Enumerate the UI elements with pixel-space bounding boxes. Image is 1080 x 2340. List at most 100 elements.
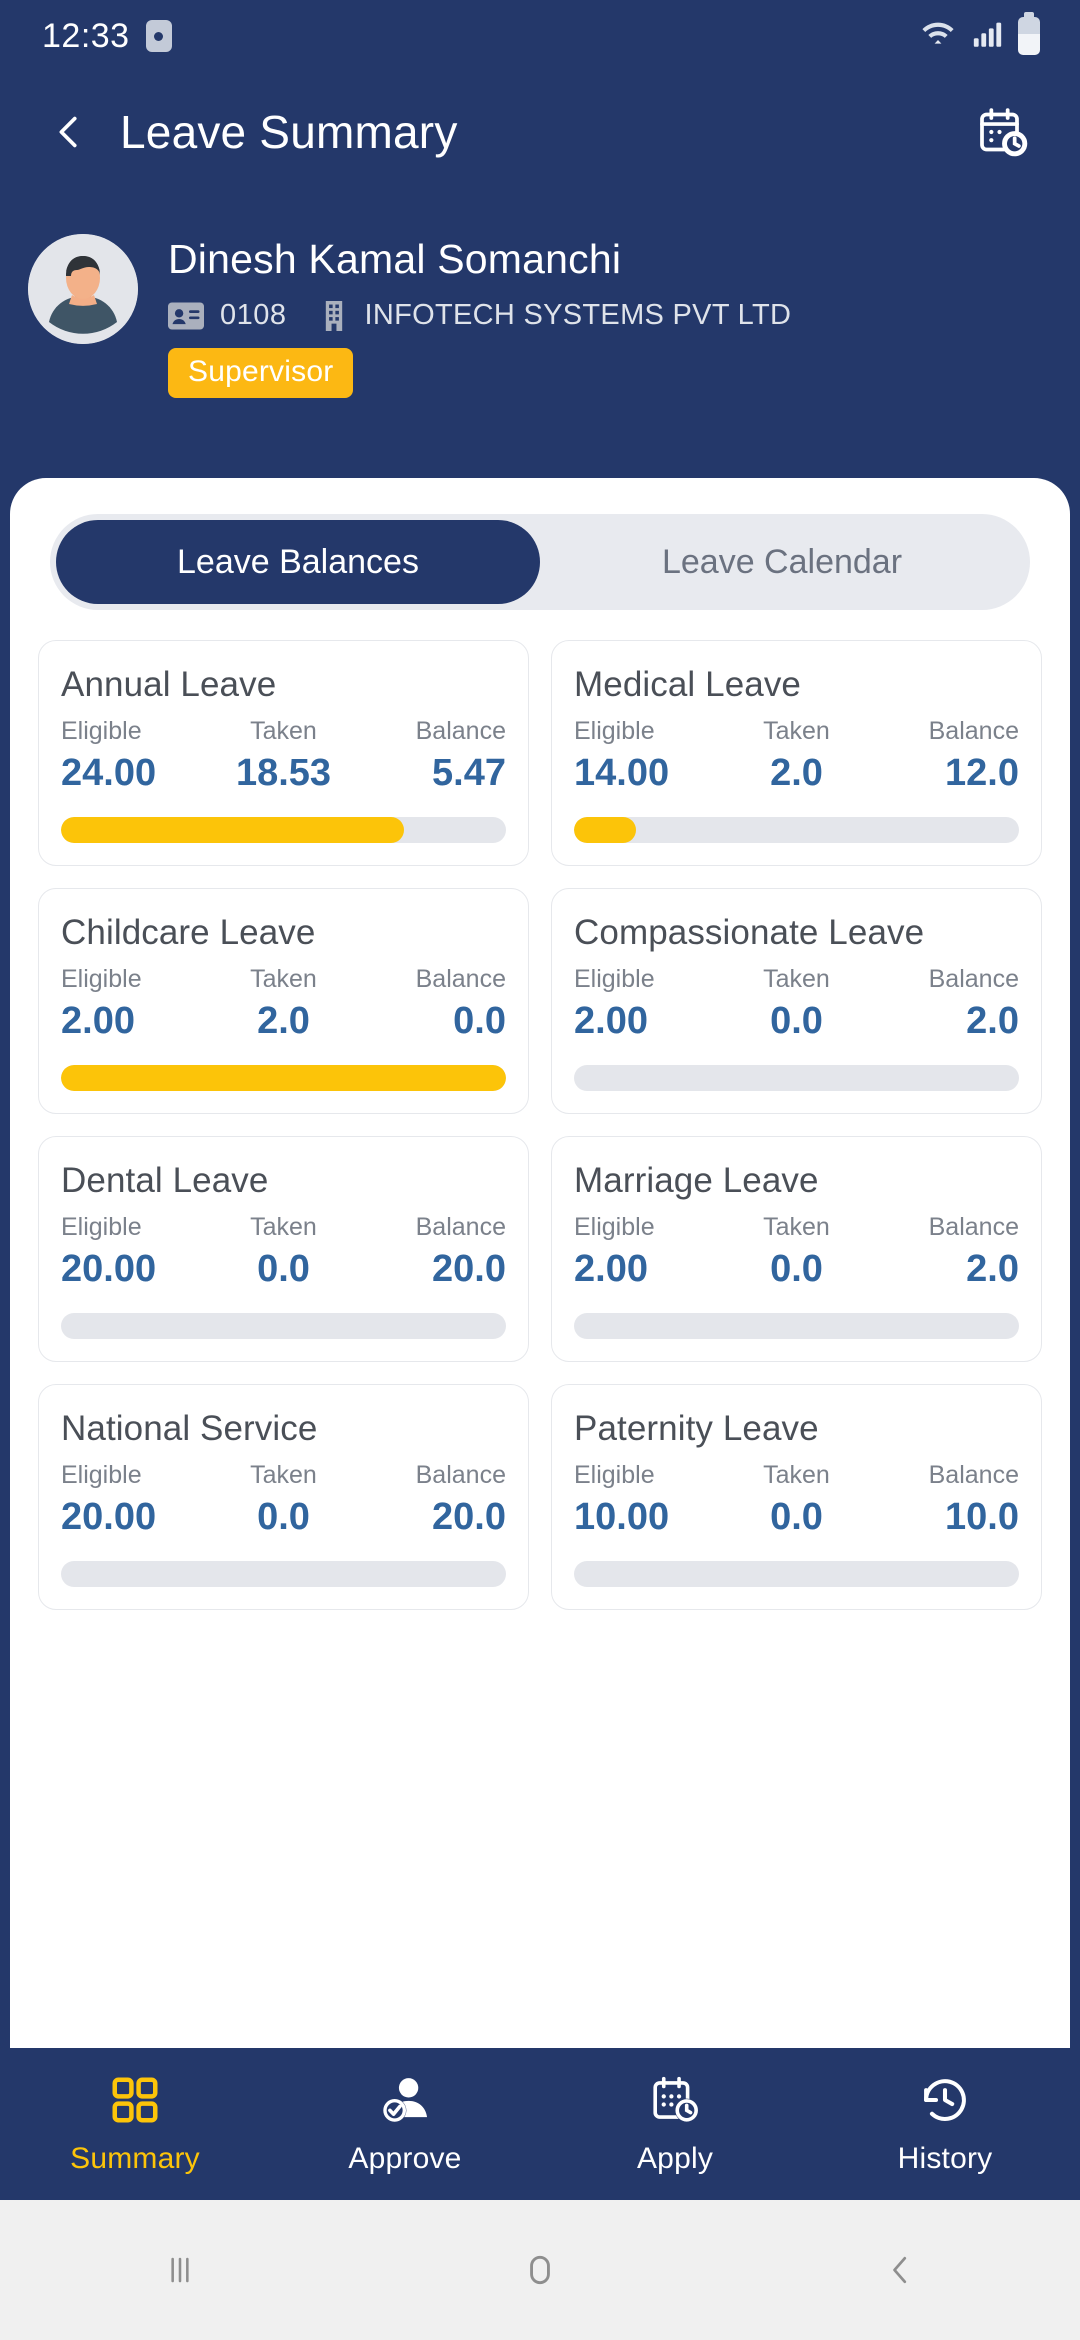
value-taken: 2.0 (257, 1000, 310, 1042)
value-eligible: 14.00 (574, 752, 670, 794)
usage-progress-fill (574, 817, 637, 843)
profile-header: Dinesh Kamal Somanchi 0108 INFOTECH SYST… (0, 192, 1080, 399)
header-balance: Balance (928, 717, 1019, 745)
header-balance: Balance (928, 1461, 1019, 1489)
profile-info: Dinesh Kamal Somanchi 0108 INFOTECH SYST… (168, 234, 1040, 399)
leave-card[interactable]: National Service Eligible Taken Balance 20.0… (38, 1384, 529, 1610)
home-icon[interactable] (360, 2247, 720, 2293)
header-balance: Balance (415, 965, 506, 993)
header-taken: Taken (763, 717, 830, 745)
header-eligible: Eligible (574, 717, 655, 745)
nav-label-approve: Approve (348, 2141, 462, 2175)
avatar (28, 234, 138, 344)
page-title: Leave Summary (120, 106, 458, 158)
value-balance: 10.0 (945, 1496, 1019, 1538)
leave-card-values: 20.00 0.0 20.0 (61, 1248, 506, 1291)
leave-card-headers: Eligible Taken Balance (61, 965, 506, 994)
company-name: INFOTECH SYSTEMS PVT LTD (364, 299, 792, 332)
nav-item-history[interactable]: History (810, 2073, 1080, 2176)
value-balance: 0.0 (453, 1000, 506, 1042)
usage-progress-fill (61, 817, 404, 843)
leave-cards-grid: Annual Leave Eligible Taken Balance 24.00 18.… (10, 610, 1070, 1610)
header-balance: Balance (415, 1213, 506, 1241)
leave-card-headers: Eligible Taken Balance (61, 1461, 506, 1490)
header-taken: Taken (250, 717, 317, 745)
value-eligible: 10.00 (574, 1496, 670, 1538)
leave-card[interactable]: Compassionate Leave Eligible Taken Balance 2… (551, 888, 1042, 1114)
back-icon[interactable] (720, 2248, 1080, 2292)
header-taken: Taken (250, 965, 317, 993)
value-taken: 0.0 (770, 1496, 823, 1538)
nav-item-summary[interactable]: Summary (0, 2073, 270, 2176)
tab-leave-balances[interactable]: Leave Balances (56, 520, 540, 604)
back-chevron-icon[interactable] (38, 101, 100, 163)
value-eligible: 2.00 (61, 1000, 135, 1042)
leave-card-values: 2.00 2.0 0.0 (61, 1000, 506, 1043)
leave-card-title: Marriage Leave (574, 1161, 819, 1200)
bottom-navigation: Summary Approve Apply History (0, 2048, 1080, 2200)
leave-card[interactable]: Childcare Leave Eligible Taken Balance 2.00 2… (38, 888, 529, 1114)
calendar-clock-icon (648, 2073, 702, 2132)
leave-card[interactable]: Paternity Leave Eligible Taken Balance 10.00… (551, 1384, 1042, 1610)
header-taken: Taken (250, 1213, 317, 1241)
leave-card-title: Compassionate Leave (574, 913, 925, 952)
profile-meta: 0108 INFOTECH SYSTEMS PVT LTD (168, 299, 1040, 332)
tab-leave-calendar[interactable]: Leave Calendar (540, 520, 1024, 604)
value-taken: 0.0 (257, 1248, 310, 1290)
tab-switcher: Leave Balances Leave Calendar (50, 514, 1030, 610)
leave-card[interactable]: Medical Leave Eligible Taken Balance 14.00 2.… (551, 640, 1042, 866)
value-eligible: 20.00 (61, 1496, 157, 1538)
nav-item-apply[interactable]: Apply (540, 2073, 810, 2176)
usage-progress-bar (61, 1065, 506, 1091)
leave-card-title: Dental Leave (61, 1161, 269, 1200)
nav-label-apply: Apply (636, 2141, 714, 2175)
nav-label-history: History (897, 2141, 993, 2175)
leave-card-values: 2.00 0.0 2.0 (574, 1000, 1019, 1043)
header-balance: Balance (928, 965, 1019, 993)
status-badge: Supervisor (168, 348, 354, 399)
wifi-icon (918, 17, 958, 56)
leave-card-values: 14.00 2.0 12.0 (574, 752, 1019, 795)
app-bar: Leave Summary (0, 72, 1080, 192)
value-balance: 2.0 (966, 1000, 1019, 1042)
battery-icon (1018, 12, 1040, 55)
content-sheet: Leave Balances Leave Calendar Annual Lea… (10, 478, 1070, 2082)
alarm-icon (145, 20, 172, 52)
leave-card-values: 20.00 0.0 20.0 (61, 1496, 506, 1539)
header-eligible: Eligible (61, 1213, 142, 1241)
leave-card-title: National Service (61, 1409, 318, 1448)
value-balance: 20.0 (432, 1496, 506, 1538)
header-eligible: Eligible (574, 965, 655, 993)
cellular-signal-icon (970, 17, 1006, 56)
leave-card[interactable]: Dental Leave Eligible Taken Balance 20.00 0.0… (38, 1136, 529, 1362)
leave-card-headers: Eligible Taken Balance (61, 717, 506, 746)
status-bar-left: 12:33 (42, 17, 172, 56)
leave-card-title: Paternity Leave (574, 1409, 819, 1448)
leave-card-headers: Eligible Taken Balance (574, 1213, 1019, 1242)
value-taken: 18.53 (235, 752, 332, 794)
employee-id: 0108 (220, 299, 287, 332)
value-balance: 12.0 (945, 752, 1019, 794)
value-balance: 5.47 (432, 752, 506, 794)
status-bar-right (918, 12, 1040, 56)
header-taken: Taken (763, 1213, 830, 1241)
value-taken: 0.0 (257, 1496, 310, 1538)
usage-progress-fill (61, 1065, 506, 1091)
building-icon (321, 300, 347, 331)
header-balance: Balance (928, 1213, 1019, 1241)
phone-screen: 12:33 Leave Summary Dinesh Kamal Somanch… (0, 0, 1080, 2340)
recent-apps-icon[interactable] (0, 2248, 360, 2292)
nav-label-summary: Summary (70, 2141, 200, 2175)
header-taken: Taken (763, 1461, 830, 1489)
value-balance: 2.0 (966, 1248, 1019, 1290)
nav-item-approve[interactable]: Approve (270, 2073, 540, 2176)
header-eligible: Eligible (61, 717, 142, 745)
header-balance: Balance (415, 1461, 506, 1489)
leave-card[interactable]: Annual Leave Eligible Taken Balance 24.00 18.… (38, 640, 529, 866)
value-eligible: 20.00 (61, 1248, 157, 1290)
leave-card-headers: Eligible Taken Balance (574, 717, 1019, 746)
leave-card[interactable]: Marriage Leave Eligible Taken Balance 2.00 0.… (551, 1136, 1042, 1362)
calendar-clock-icon[interactable] (970, 99, 1036, 165)
leave-card-values: 2.00 0.0 2.0 (574, 1248, 1019, 1291)
value-taken: 0.0 (770, 1000, 823, 1042)
